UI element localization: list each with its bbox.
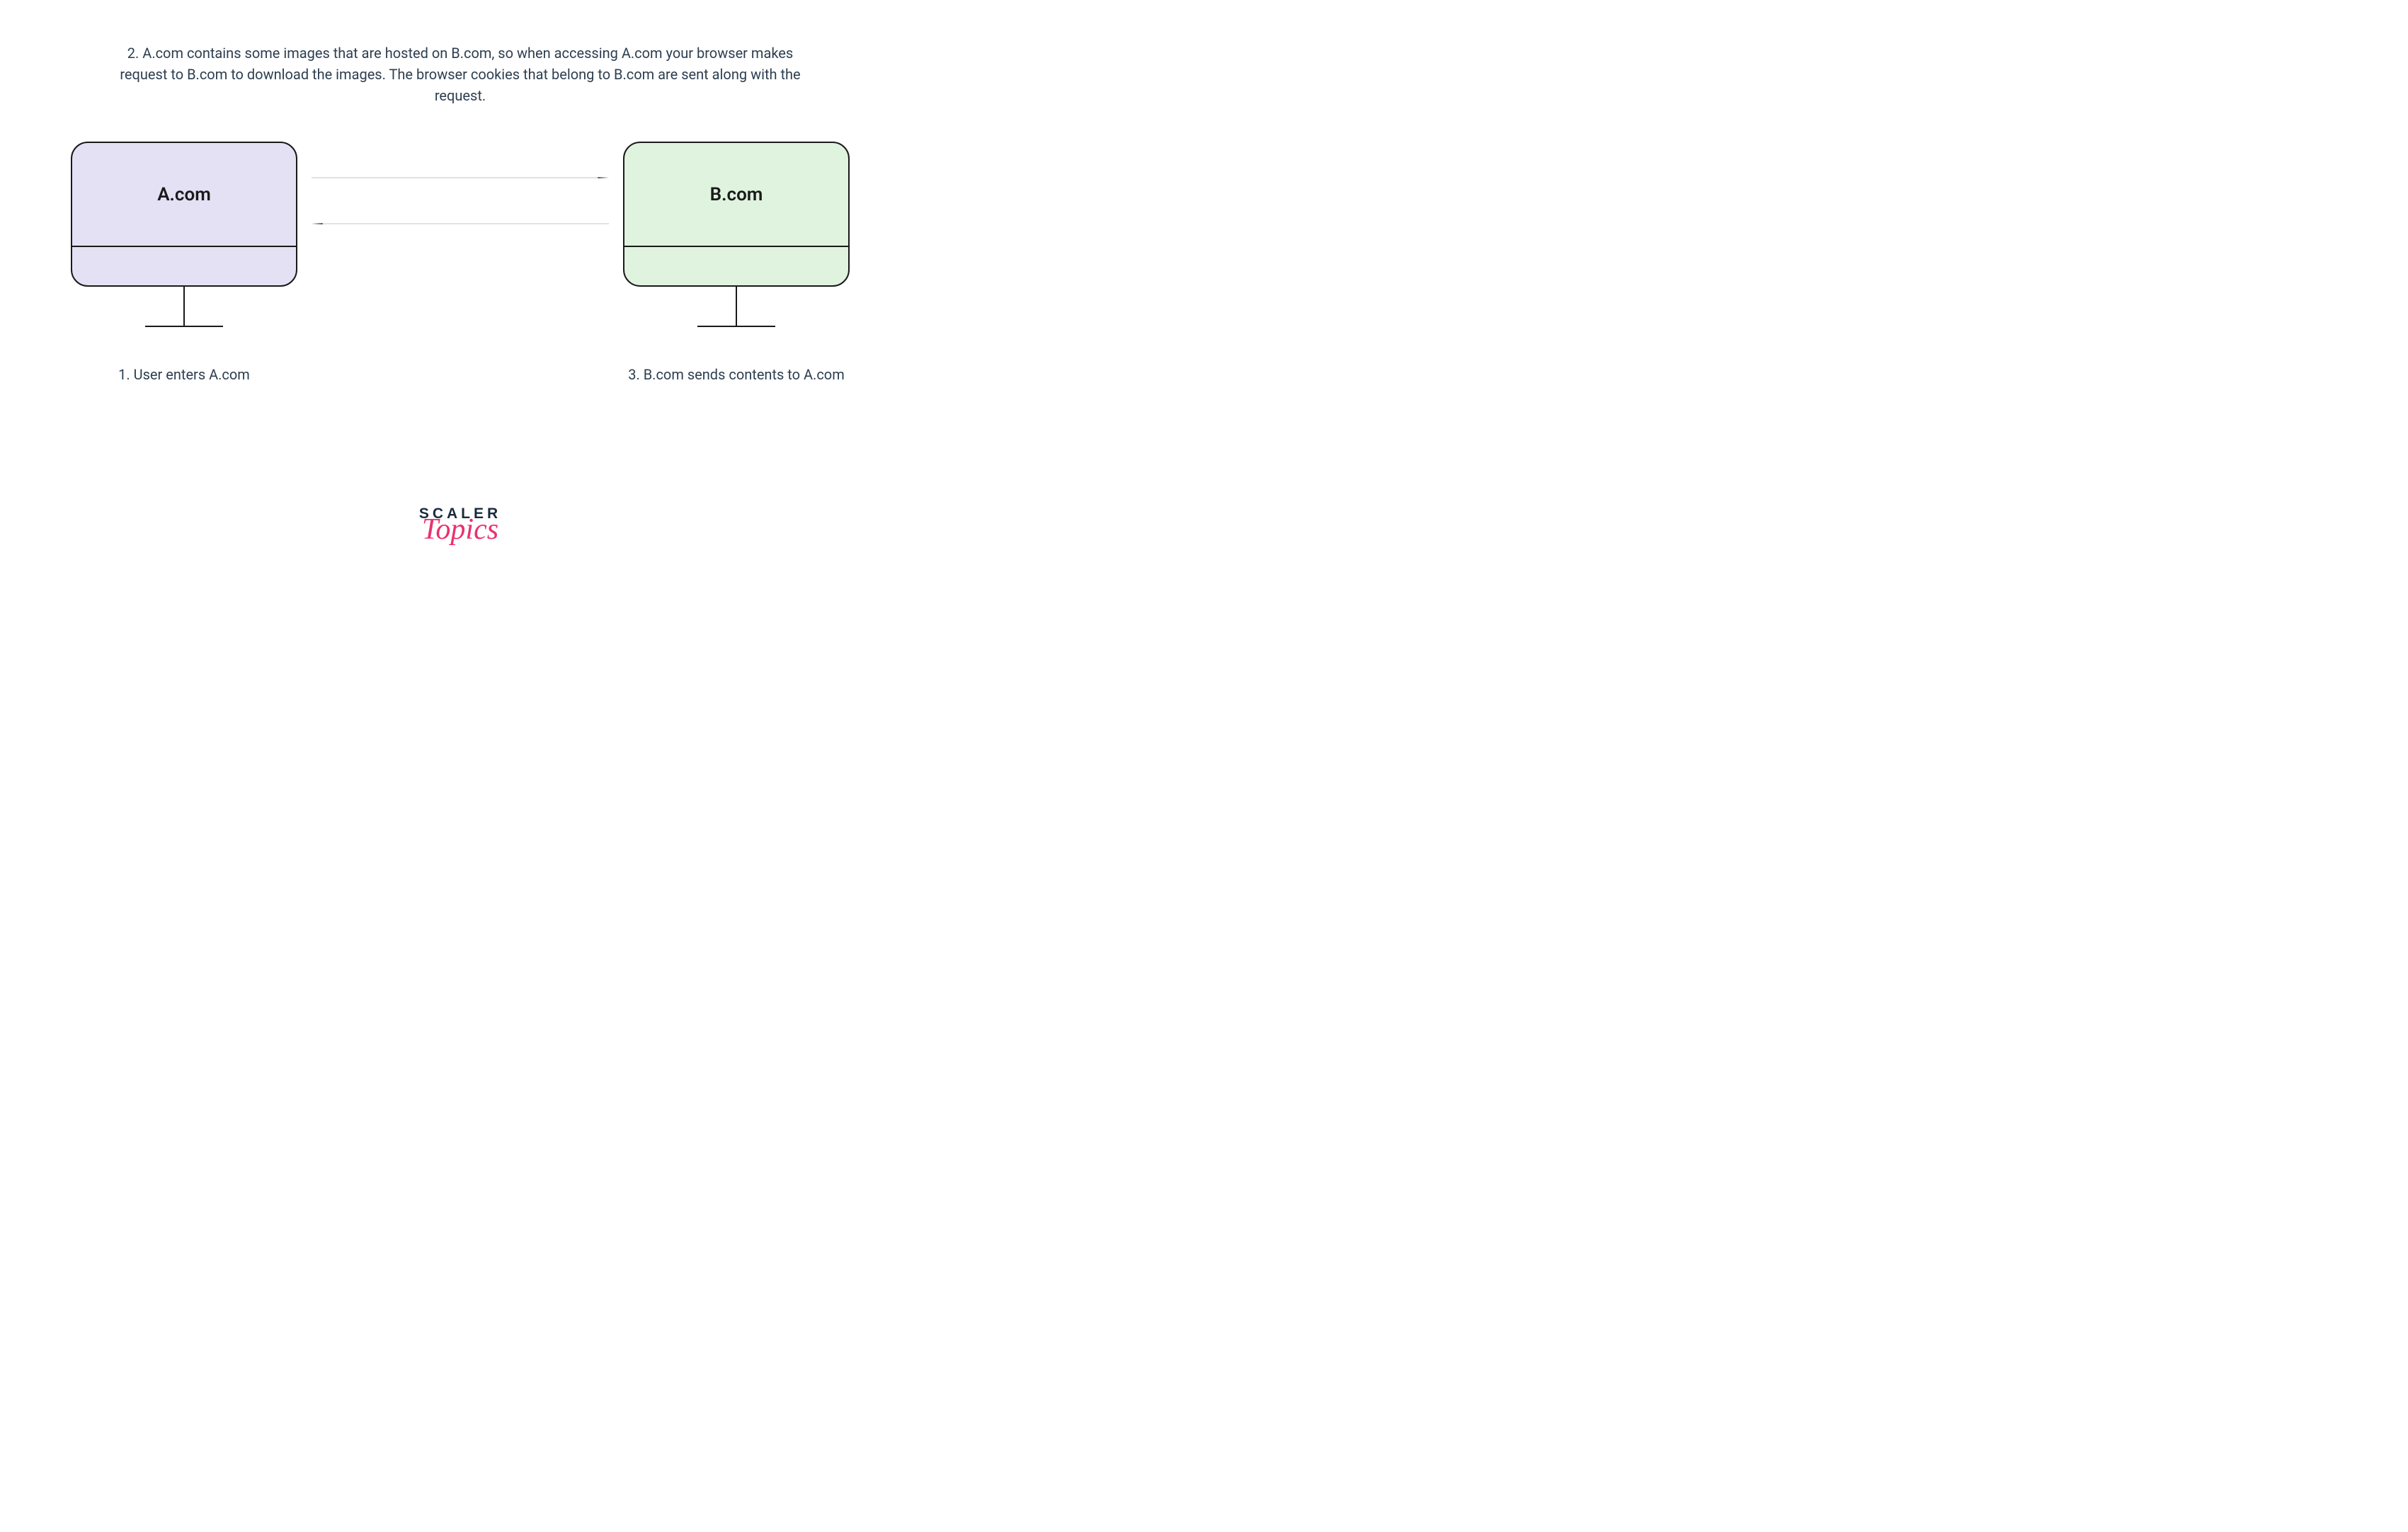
logo: SCALER Topics — [419, 505, 501, 547]
stand-neck — [183, 287, 185, 326]
monitor-divider — [624, 246, 848, 247]
top-caption: 2. A.com contains some images that are h… — [106, 42, 814, 106]
monitor-a-label: A.com — [72, 143, 296, 246]
monitor-b: B.com — [623, 142, 850, 287]
arrows-container — [312, 177, 609, 248]
monitor-a: A.com — [71, 142, 297, 287]
stand-neck — [736, 287, 737, 326]
diagram-container: A.com 1. User enters A.com B.com 3. B.co… — [57, 142, 864, 383]
stand-base — [145, 326, 223, 327]
caption-a: 1. User enters A.com — [118, 366, 250, 383]
arrow-left-icon — [312, 223, 609, 224]
caption-b: 3. B.com sends contents to A.com — [628, 366, 845, 383]
monitor-divider — [72, 246, 296, 247]
monitor-b-label: B.com — [624, 143, 848, 246]
stand-base — [697, 326, 775, 327]
computer-b-group: B.com 3. B.com sends contents to A.com — [623, 142, 850, 383]
logo-topics-text: Topics — [419, 513, 501, 547]
computer-a-group: A.com 1. User enters A.com — [71, 142, 297, 383]
arrow-right-icon — [312, 177, 609, 178]
